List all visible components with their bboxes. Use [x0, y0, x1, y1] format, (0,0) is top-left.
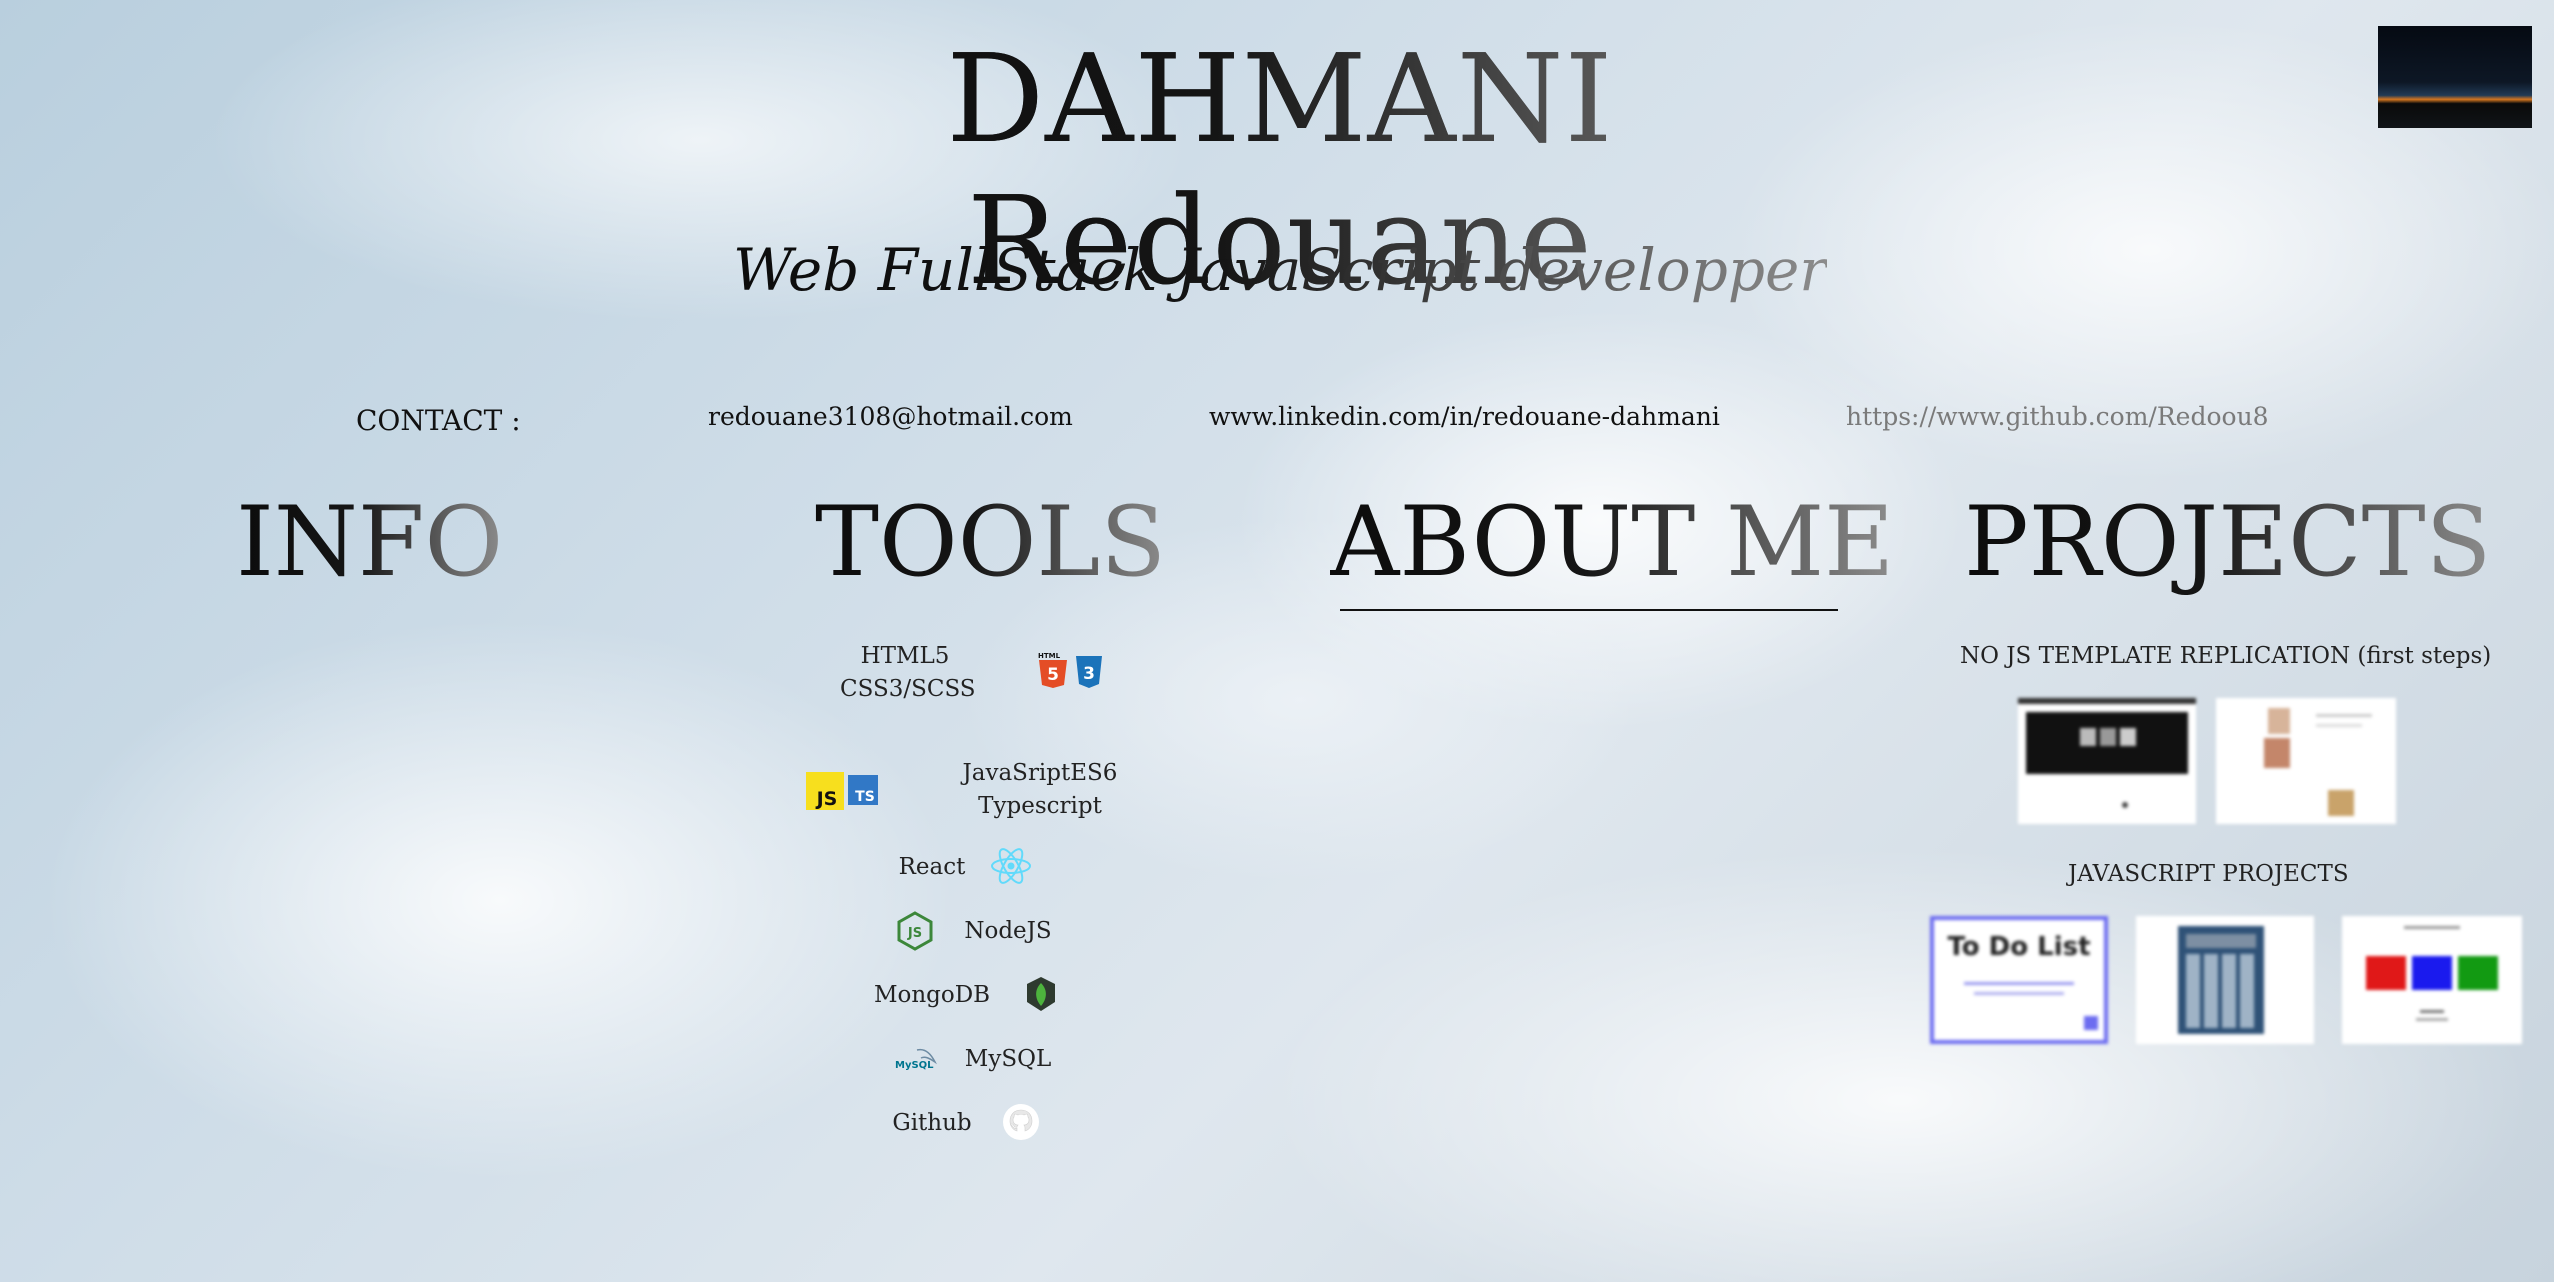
tool-js-ts-label: JavaSriptES6 Typescript — [962, 760, 1118, 819]
tool-html-css-label: HTML5 CSS3/SCSS — [840, 643, 976, 702]
active-section-underline — [1340, 609, 1838, 611]
page-subtitle: Web FullStack JavaScript developper — [732, 236, 1827, 304]
react-icon — [991, 848, 1031, 884]
section-about-title[interactable]: ABOUT ME — [1330, 486, 1894, 598]
typescript-icon: TS — [848, 775, 878, 805]
tool-react-label: React — [898, 854, 966, 880]
tool-mongodb-label: MongoDB — [873, 982, 991, 1008]
section-tools-title[interactable]: TOOLS — [815, 486, 1166, 598]
svg-text:5: 5 — [1047, 665, 1059, 685]
contact-email-link[interactable]: redouane3108@hotmail.com — [708, 402, 1073, 431]
svg-text:HTML: HTML — [1038, 652, 1061, 660]
github-icon — [1003, 1104, 1039, 1140]
svg-text:TS: TS — [855, 789, 875, 805]
contact-github-link[interactable]: https://www.github.com/Redoou8 — [1846, 402, 2269, 431]
header-thumbnail-image — [2378, 26, 2532, 128]
section-info-title[interactable]: INFO — [236, 486, 503, 598]
project-thumb-template-1[interactable] — [2018, 698, 2196, 824]
mysql-icon: MySQL — [895, 1048, 937, 1071]
contact-linkedin-link[interactable]: www.linkedin.com/in/redouane-dahmani — [1209, 402, 1720, 431]
svg-text:JS: JS — [907, 926, 922, 941]
svg-text:MySQL: MySQL — [895, 1060, 934, 1071]
tool-mysql-label: MySQL — [964, 1046, 1052, 1072]
html5-icon: HTML 5 — [1038, 652, 1067, 688]
project-thumb-todo-list[interactable]: To Do List — [1930, 916, 2108, 1044]
project-thumb-color-game[interactable] — [2342, 916, 2522, 1044]
tool-nodejs-label: NodeJS — [964, 918, 1052, 944]
project-thumb-calculator[interactable] — [2136, 916, 2314, 1044]
javascript-icon: JS — [806, 772, 844, 810]
svg-text:3: 3 — [1083, 664, 1095, 684]
css3-icon: 3 — [1076, 656, 1102, 688]
tool-github-label: Github — [892, 1110, 972, 1136]
mongodb-icon — [1027, 977, 1055, 1011]
projects-no-js-heading: NO JS TEMPLATE REPLICATION (first steps) — [1960, 643, 2492, 669]
projects-js-heading: JAVASCRIPT PROJECTS — [2068, 861, 2349, 887]
nodejs-icon: JS — [897, 911, 933, 951]
project-thumb-template-2[interactable] — [2216, 698, 2396, 824]
svg-text:JS: JS — [815, 788, 838, 810]
contact-label: CONTACT : — [356, 404, 521, 437]
section-projects-title[interactable]: PROJECTS — [1964, 486, 2491, 598]
